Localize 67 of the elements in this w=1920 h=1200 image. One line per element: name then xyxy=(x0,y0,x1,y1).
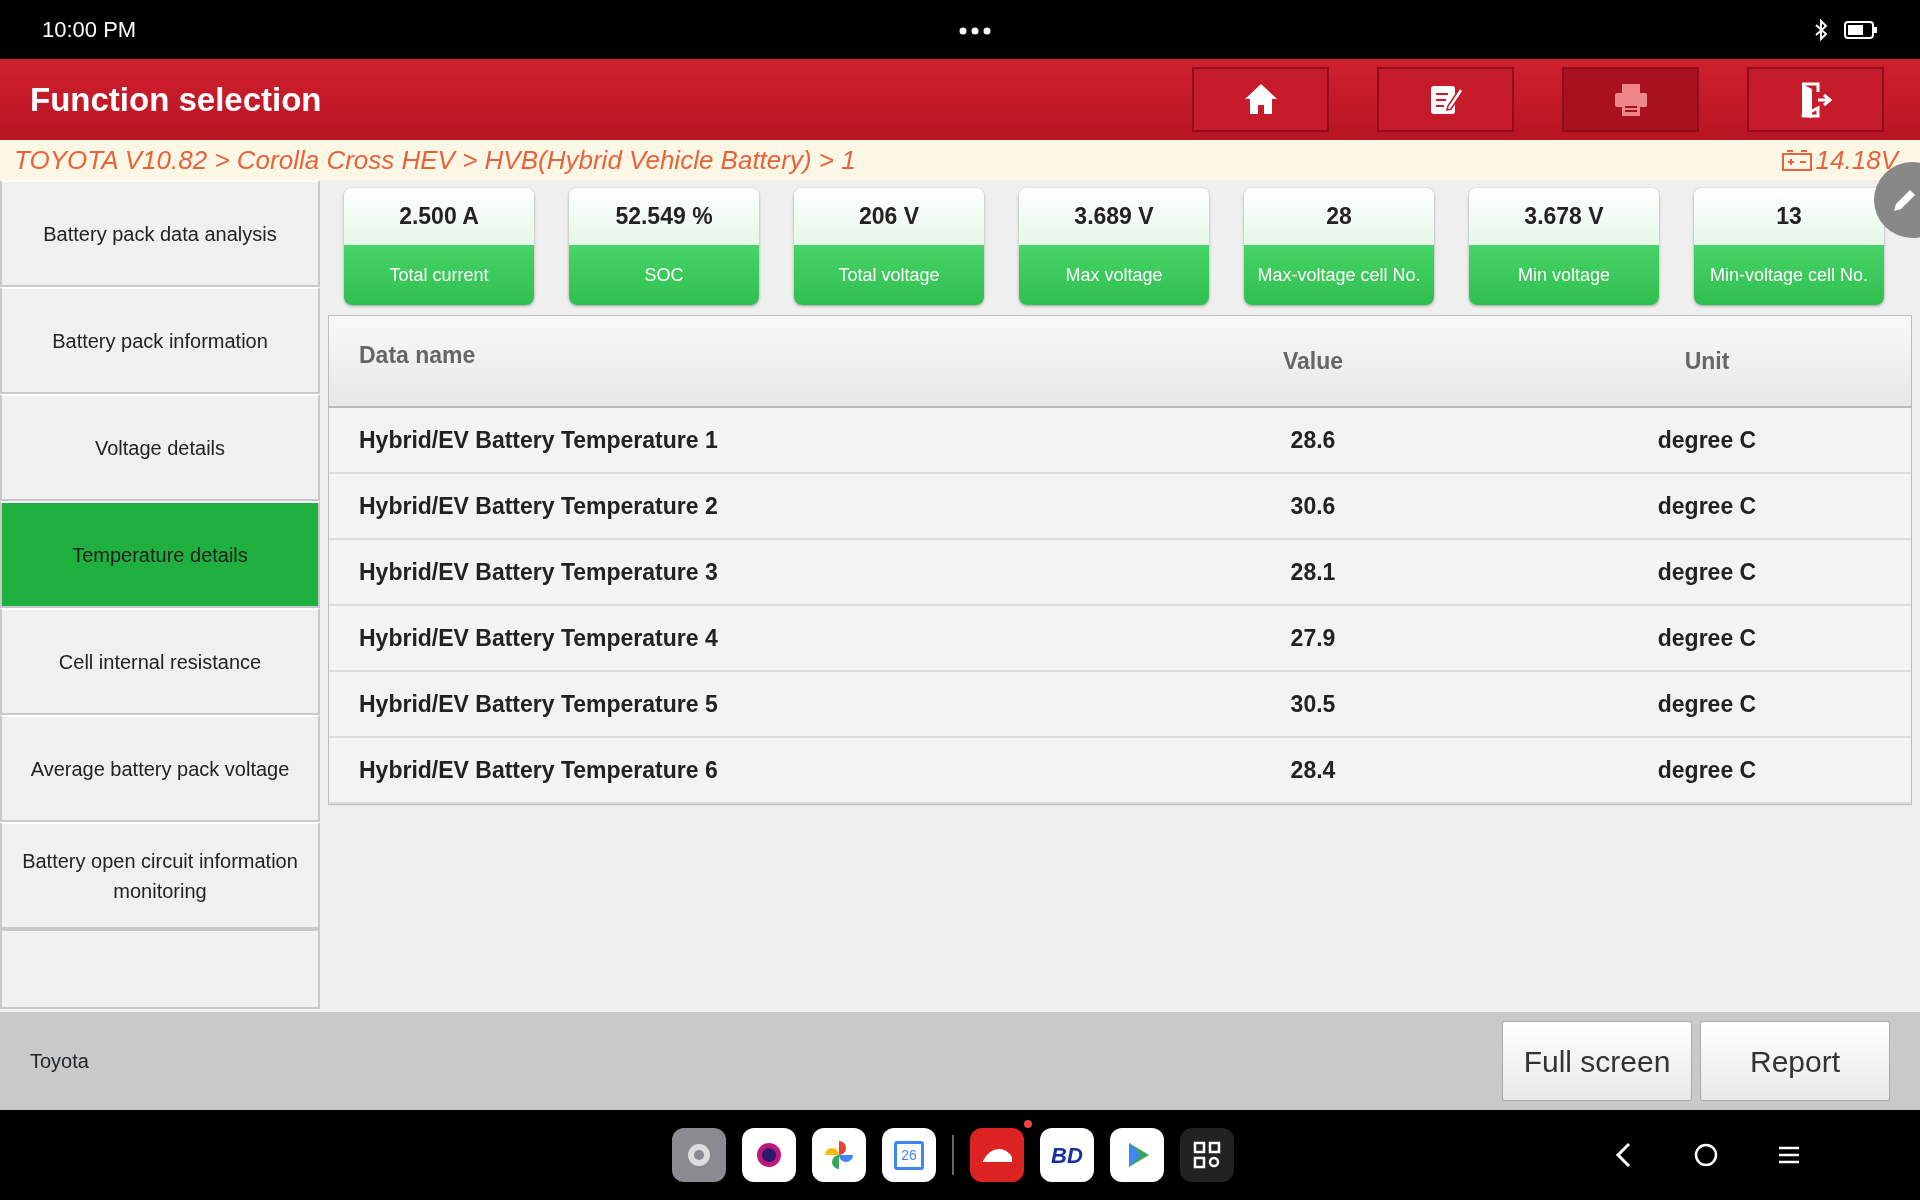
calendar-app-icon[interactable]: 26 xyxy=(882,1128,936,1182)
column-header: Data name xyxy=(358,340,477,370)
diagnostics-app-icon[interactable]: BD xyxy=(1040,1128,1094,1182)
breadcrumb-path: TOYOTA V10.82 > Corolla Cross HEV > HVB(Hybrid Vehicle Battery) > 1 xyxy=(14,143,856,177)
sidebar-item[interactable]: Cell internal resistance xyxy=(0,608,320,715)
column-header: Value xyxy=(1281,346,1345,376)
report-button[interactable]: Report xyxy=(1700,1021,1890,1101)
table-cell-text: 30.5 xyxy=(1289,689,1337,719)
clock-time: 10:00 PM xyxy=(42,16,137,44)
table-cell-text: 30.6 xyxy=(1289,491,1337,521)
gear-app-icon[interactable] xyxy=(672,1128,726,1182)
metric-label: Max voltage xyxy=(1019,245,1209,305)
sidebar-item[interactable]: Temperature details xyxy=(0,501,320,608)
grid-search-app-icon[interactable] xyxy=(1180,1128,1234,1182)
table-cell-text: degree C xyxy=(1656,425,1758,455)
table-cell-text: degree C xyxy=(1656,557,1758,587)
battery-voltage: 14.18V xyxy=(1815,143,1898,177)
table-cell-text: degree C xyxy=(1656,755,1758,785)
table-cell-text: 28.6 xyxy=(1289,425,1337,455)
metric-label: Total current xyxy=(344,245,534,305)
table-cell-text: 28.1 xyxy=(1289,557,1337,587)
sidebar-item[interactable]: Battery pack information xyxy=(0,287,320,394)
more-dots-icon xyxy=(959,27,992,36)
full-screen-button[interactable]: Full screen xyxy=(1502,1021,1692,1101)
play-store-app-icon[interactable] xyxy=(1110,1128,1164,1182)
sidebar-item[interactable]: Battery open circuit information monitoring xyxy=(0,822,320,929)
table-cell-text: 28.4 xyxy=(1289,755,1337,785)
camera-lens-app-icon[interactable] xyxy=(742,1128,796,1182)
table-cell-text: 27.9 xyxy=(1289,623,1337,653)
page-title: Function selection xyxy=(30,79,322,120)
table-cell-text: Hybrid/EV Battery Temperature 1 xyxy=(358,425,719,455)
table-cell-text: degree C xyxy=(1656,491,1758,521)
home-circle-icon[interactable] xyxy=(1694,1143,1718,1167)
metric-value: 13 xyxy=(1694,188,1884,245)
table-cell-text: Hybrid/EV Battery Temperature 3 xyxy=(358,557,719,587)
metric-value: 3.678 V xyxy=(1469,188,1659,245)
home-button[interactable] xyxy=(1192,67,1329,132)
metric-label: Total voltage xyxy=(794,245,984,305)
sidebar-item[interactable]: Battery pack data analysis xyxy=(0,180,320,287)
column-header: Unit xyxy=(1683,346,1731,376)
metric-label: Min voltage xyxy=(1469,245,1659,305)
sidebar-item[interactable]: Voltage details xyxy=(0,394,320,501)
exit-button[interactable] xyxy=(1747,67,1884,132)
edit-button[interactable] xyxy=(1377,67,1514,132)
metric-value: 3.689 V xyxy=(1019,188,1209,245)
metric-value: 28 xyxy=(1244,188,1434,245)
table-cell-text: degree C xyxy=(1656,689,1758,719)
metric-label: Max-voltage cell No. xyxy=(1244,245,1434,305)
metric-value: 206 V xyxy=(794,188,984,245)
calendar-date: 26 xyxy=(894,1140,924,1170)
table-cell-text: Hybrid/EV Battery Temperature 5 xyxy=(358,689,719,719)
table-cell-text: degree C xyxy=(1656,623,1758,653)
sidebar-item[interactable]: Average battery pack voltage xyxy=(0,715,320,822)
car-battery-icon xyxy=(1781,149,1812,171)
metric-label: SOC xyxy=(569,245,759,305)
app-logo-text: BD xyxy=(1051,1141,1083,1170)
metric-label: Min-voltage cell No. xyxy=(1694,245,1884,305)
brand-label: Toyota xyxy=(30,1049,89,1074)
table-cell-text: Hybrid/EV Battery Temperature 6 xyxy=(358,755,719,785)
pinwheel-app-icon[interactable] xyxy=(812,1128,866,1182)
battery-icon xyxy=(1844,19,1878,40)
bluetooth-icon xyxy=(1814,18,1828,41)
metric-value: 2.500 A xyxy=(344,188,534,245)
metric-value: 52.549 % xyxy=(569,188,759,245)
menu-icon[interactable] xyxy=(1778,1145,1800,1165)
table-cell-text: Hybrid/EV Battery Temperature 4 xyxy=(358,623,719,653)
table-cell-text: Hybrid/EV Battery Temperature 2 xyxy=(358,491,719,521)
